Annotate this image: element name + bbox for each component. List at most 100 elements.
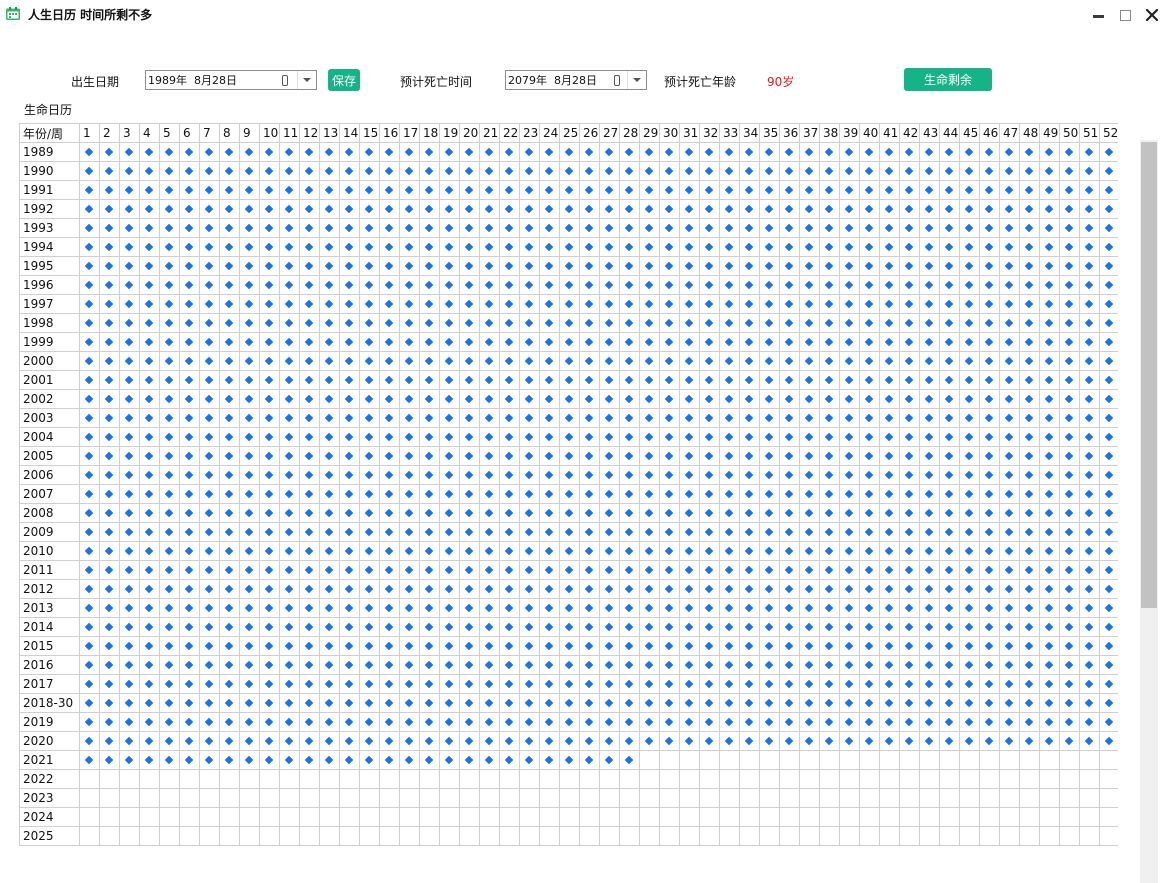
- week-cell-lived: [779, 655, 800, 675]
- week-cell-lived: [79, 674, 100, 694]
- week-cell-lived: [79, 332, 100, 352]
- week-cell-lived: [679, 617, 700, 637]
- week-cell: [1039, 788, 1060, 808]
- week-cell-lived: [739, 617, 760, 637]
- week-cell-lived: [319, 560, 340, 580]
- life-remaining-button[interactable]: 生命剩余: [904, 68, 992, 91]
- week-cell-lived: [139, 617, 160, 637]
- week-cell-lived: [799, 142, 820, 162]
- week-cell-lived: [479, 617, 500, 637]
- week-cell-lived: [299, 294, 320, 314]
- week-cell-lived: [79, 408, 100, 428]
- week-cell-lived: [299, 370, 320, 390]
- week-cell-lived: [139, 484, 160, 504]
- week-header: 38: [819, 123, 840, 143]
- week-cell-lived: [199, 617, 220, 637]
- week-cell-lived: [319, 370, 340, 390]
- week-cell: [799, 788, 820, 808]
- vertical-scrollbar[interactable]: [1140, 140, 1158, 883]
- week-cell-lived: [779, 560, 800, 580]
- week-cell-lived: [539, 332, 560, 352]
- week-cell-lived: [459, 598, 480, 618]
- week-cell-lived: [359, 142, 380, 162]
- week-cell-lived: [1019, 370, 1040, 390]
- week-cell-lived: [639, 351, 660, 371]
- week-cell-lived: [1059, 674, 1080, 694]
- week-header: 42: [899, 123, 920, 143]
- week-cell-lived: [279, 256, 300, 276]
- close-button[interactable]: [1142, 5, 1162, 25]
- week-cell-lived: [519, 142, 540, 162]
- week-cell-lived: [99, 332, 120, 352]
- week-cell-lived: [919, 218, 940, 238]
- minimize-button[interactable]: [1088, 5, 1108, 25]
- week-cell-lived: [799, 598, 820, 618]
- week-cell-lived: [379, 332, 400, 352]
- week-cell-lived: [359, 579, 380, 599]
- week-cell-lived: [399, 332, 420, 352]
- week-cell-lived: [459, 237, 480, 257]
- chevron-down-icon[interactable]: [297, 71, 316, 89]
- week-cell-lived: [259, 579, 280, 599]
- week-cell: [619, 769, 640, 789]
- week-cell-lived: [519, 446, 540, 466]
- week-cell-lived: [759, 598, 780, 618]
- week-cell: [619, 826, 640, 846]
- death-date-picker[interactable]: [505, 70, 647, 90]
- birth-date-input[interactable]: [146, 71, 288, 89]
- week-cell: [639, 788, 660, 808]
- birth-date-picker[interactable]: [145, 70, 317, 90]
- week-cell-lived: [219, 370, 240, 390]
- week-cell-lived: [459, 199, 480, 219]
- week-cell-lived: [439, 142, 460, 162]
- week-cell-lived: [959, 541, 980, 561]
- week-cell-lived: [599, 408, 620, 428]
- scrollbar-thumb[interactable]: [1141, 142, 1157, 608]
- week-cell-lived: [119, 180, 140, 200]
- week-cell-lived: [339, 484, 360, 504]
- week-cell-lived: [259, 522, 280, 542]
- week-cell-lived: [299, 408, 320, 428]
- section-label: 生命日历: [24, 103, 73, 117]
- week-cell: [399, 807, 420, 827]
- week-cell: [919, 750, 940, 770]
- week-cell: [519, 788, 540, 808]
- save-button[interactable]: 保存: [328, 69, 360, 91]
- week-cell-lived: [479, 598, 500, 618]
- week-cell: [939, 750, 960, 770]
- week-cell-lived: [859, 503, 880, 523]
- week-cell-lived: [159, 180, 180, 200]
- week-cell-lived: [899, 484, 920, 504]
- week-cell-lived: [259, 617, 280, 637]
- chevron-down-icon[interactable]: [627, 71, 646, 89]
- week-cell-lived: [1099, 237, 1118, 257]
- week-cell: [639, 807, 660, 827]
- week-header: 18: [419, 123, 440, 143]
- week-cell-lived: [179, 636, 200, 656]
- week-cell-lived: [799, 237, 820, 257]
- week-cell-lived: [919, 560, 940, 580]
- week-cell-lived: [519, 674, 540, 694]
- week-cell-lived: [439, 218, 460, 238]
- week-cell: [379, 788, 400, 808]
- week-cell-lived: [79, 750, 100, 770]
- week-cell: [399, 788, 420, 808]
- week-cell-lived: [419, 731, 440, 751]
- maximize-button[interactable]: [1115, 5, 1135, 25]
- week-cell-lived: [239, 294, 260, 314]
- week-cell-lived: [499, 674, 520, 694]
- week-cell: [1039, 769, 1060, 789]
- week-cell-lived: [599, 598, 620, 618]
- week-cell-lived: [339, 237, 360, 257]
- death-date-input[interactable]: [506, 71, 620, 89]
- week-cell-lived: [879, 636, 900, 656]
- table-row: 2002: [19, 389, 1118, 409]
- week-cell-lived: [739, 731, 760, 751]
- week-cell-lived: [319, 256, 340, 276]
- week-cell-lived: [999, 655, 1020, 675]
- table-row: 1997: [19, 294, 1118, 314]
- week-cell-lived: [559, 237, 580, 257]
- week-cell-lived: [899, 693, 920, 713]
- week-cell-lived: [679, 446, 700, 466]
- week-cell-lived: [1039, 161, 1060, 181]
